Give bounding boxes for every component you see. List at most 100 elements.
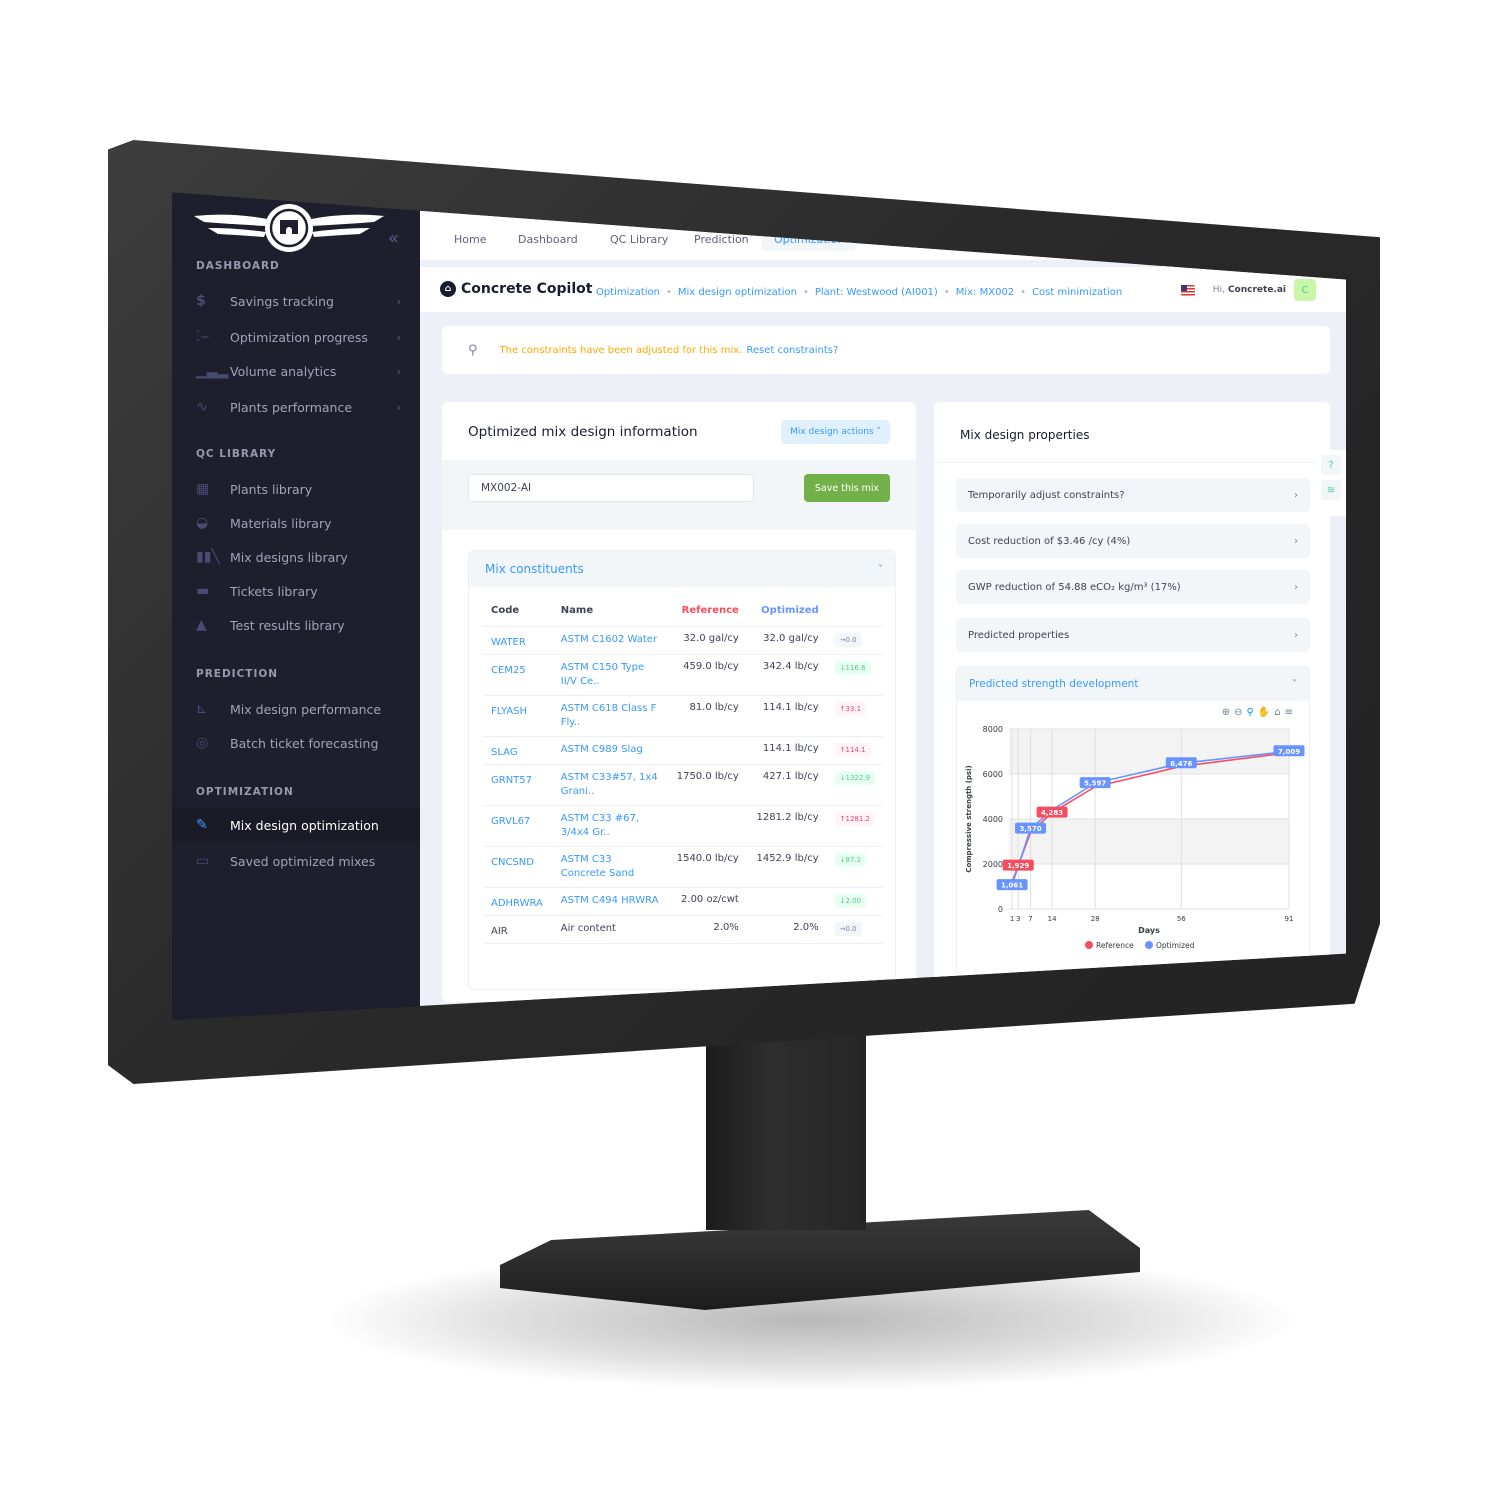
reset-constraints-link[interactable]: Reset constraints? [746,345,838,356]
accordion-title: Predicted strength development [969,678,1139,690]
tab-dashboard[interactable]: Dashboard [506,228,590,251]
pan-icon[interactable]: ✋ [1258,707,1270,718]
optimized-value: 1281.2 lb/cy [746,805,827,847]
compass-icon: ⚲ [468,342,478,358]
sidebar-item-label: Plants performance [230,399,353,415]
constituent-name[interactable]: ASTM C33 #67, 3/4x4 Gr.. [552,805,667,847]
mix-constituents-header[interactable]: Mix constituents ˅ [469,551,895,587]
us-flag-icon[interactable] [1180,284,1195,296]
breadcrumb-item[interactable]: Mix: MX002 [956,287,1014,298]
chevron-down-icon: ˅ [876,427,882,437]
constituent-code[interactable]: ADHRWRA [483,887,553,916]
delta-badge: ↓116.6 [834,661,871,675]
constituents-table: Code Name Reference Optimized WATER ASTM … [483,599,883,944]
sidebar-item-savings-tracking[interactable]: $ Savings tracking › [196,288,401,314]
sidebar-item-label: Volume analytics [230,363,337,379]
adjust-constraints-item[interactable]: Temporarily adjust constraints? › [956,478,1310,512]
sidebar-item-plants-library[interactable]: ▦ Plants library [196,476,401,502]
table-row: FLYASH ASTM C618 Class F Fly.. 81.0 lb/cy 1… [483,695,883,737]
breadcrumb-item[interactable]: Mix design optimization [678,287,797,298]
tab-qc-library[interactable]: QC Library [598,228,680,251]
greeting: Hi, [1212,285,1225,295]
sidebar-item-mix-designs-library[interactable]: ▮▮╲ Mix designs library [196,544,401,570]
sidebar-item-label: Optimization progress [230,329,368,345]
sidebar-item-volume-analytics[interactable]: ▁▃▂ Volume analytics › [196,358,401,384]
brand[interactable]: ⌂ Concrete Copilot [440,281,592,297]
constituent-code[interactable]: FLYASH [483,695,553,737]
delta-badge: ↑1281.2 [834,812,875,826]
chevron-right-icon: › [1294,629,1298,641]
constituent-name[interactable]: ASTM C989 Slag [552,736,667,765]
tab-home[interactable]: Home [442,228,498,251]
sidebar-item-test-results-library[interactable]: ▲ Test results library [196,612,401,638]
mix-design-actions-button[interactable]: Mix design actions ˅ [781,420,890,444]
y-tick-label: 2000 [983,860,1003,869]
line-chart-icon: ⊾ [196,701,208,717]
zoom-in-icon[interactable]: ⊕ [1222,707,1230,718]
column-header-reference: Reference [667,599,747,627]
sidebar-item-saved-optimized-mixes[interactable]: ▭ Saved optimized mixes [196,848,401,874]
zoom-out-icon[interactable]: ⊖ [1234,707,1242,718]
section-qc-library: QC LIBRARY [196,448,277,460]
constituent-name[interactable]: ASTM C150 Type II/V Ce.. [552,654,667,696]
strength-development-header[interactable]: Predicted strength development ˅ [957,667,1309,701]
zoom-select-icon[interactable]: ⚲ [1246,707,1253,718]
sidebar-item-plants-performance[interactable]: ∿ Plants performance › [196,394,401,420]
avatar[interactable]: C [1294,279,1316,301]
breadcrumb-item[interactable]: Plant: Westwood (AI001) [815,287,938,298]
delta-cell: →0.0 [826,626,883,655]
sidebar-item-label: Plants library [230,481,313,497]
chevron-down-icon: ˅ [1292,678,1297,690]
optimized-value: 427.1 lb/cy [746,764,827,806]
sidebar-item-materials-library[interactable]: ◒ Materials library [196,510,401,536]
chevron-right-icon: › [396,400,401,414]
subheader: ⌂ Concrete Copilot Optimization • Mix des… [420,266,1346,312]
reference-value: 459.0 lb/cy [667,654,747,696]
constituent-code[interactable]: WATER [483,626,553,655]
constituent-code[interactable]: GRVL67 [483,805,553,847]
sidebar-item-mix-design-performance[interactable]: ⊾ Mix design performance [196,696,401,722]
mix-name-input[interactable] [468,474,754,502]
help-icon[interactable]: ? [1321,455,1341,475]
delta-badge: ↑33.1 [834,702,867,716]
breadcrumb-item[interactable]: Cost minimization [1032,287,1122,298]
sidebar-item-mix-design-optimization[interactable]: ✎ Mix design optimization [172,808,420,842]
layers-icon[interactable]: ≋ [1321,480,1341,500]
chevron-down-icon: ˅ [878,563,883,575]
item-label: Temporarily adjust constraints? [968,489,1125,501]
sidebar-item-label: Tickets library [230,583,318,599]
optimized-value: 114.1 lb/cy [746,695,827,737]
sidebar-item-optimization-progress[interactable]: ⁚‒ Optimization progress › [196,324,401,350]
delta-badge: →0.0 [834,633,862,647]
constituent-name[interactable]: ASTM C33 Concrete Sand [552,846,667,888]
data-label: 4,283 [1041,809,1063,817]
home-icon[interactable]: ⌂ [1274,707,1280,718]
constituent-name[interactable]: ASTM C1602 Water [552,626,667,655]
menu-icon[interactable]: ≡ [1285,707,1293,718]
constituent-code[interactable]: GRNT57 [483,764,553,806]
sidebar: « DASHBOARD $ Savings tracking › ⁚‒ Opti… [172,192,420,1020]
constituent-code[interactable]: SLAG [483,736,553,765]
sidebar-item-batch-ticket-forecasting[interactable]: ◎ Batch ticket forecasting [196,730,401,756]
table-row: ADHRWRA ASTM C494 HRWRA 2.00 oz/cwt ↓2.00 [483,887,883,916]
x-tick-label: 14 [1048,915,1057,923]
main-content: Home Dashboard QC Library Prediction Opt… [420,192,1346,1020]
table-row: CEM25 ASTM C150 Type II/V Ce.. 459.0 lb/cy… [483,654,883,696]
cost-reduction-item[interactable]: Cost reduction of $3.46 /cy (4%) › [956,524,1310,558]
y-tick-label: 4000 [983,815,1003,824]
save-mix-button[interactable]: Save this mix [804,474,890,502]
constituent-name[interactable]: ASTM C494 HRWRA [552,887,667,916]
collapse-sidebar-icon[interactable]: « [388,228,399,249]
predicted-properties-item[interactable]: Predicted properties › [956,618,1310,652]
constituent-name: Air content [552,915,667,944]
sidebar-item-tickets-library[interactable]: ▬ Tickets library [196,578,401,604]
constituent-name[interactable]: ASTM C33#57, 1x4 Grani.. [552,764,667,806]
constituent-name[interactable]: ASTM C618 Class F Fly.. [552,695,667,737]
gwp-reduction-item[interactable]: GWP reduction of 54.88 eCO₂ kg/m³ (17%) › [956,570,1310,604]
y-tick-label: 8000 [983,725,1003,734]
button-label: Mix design actions [790,427,874,437]
breadcrumb-item[interactable]: Optimization [596,287,660,298]
constituent-code[interactable]: CNCSND [483,846,553,888]
constituent-code[interactable]: CEM25 [483,654,553,696]
x-tick-label: 28 [1091,915,1100,923]
